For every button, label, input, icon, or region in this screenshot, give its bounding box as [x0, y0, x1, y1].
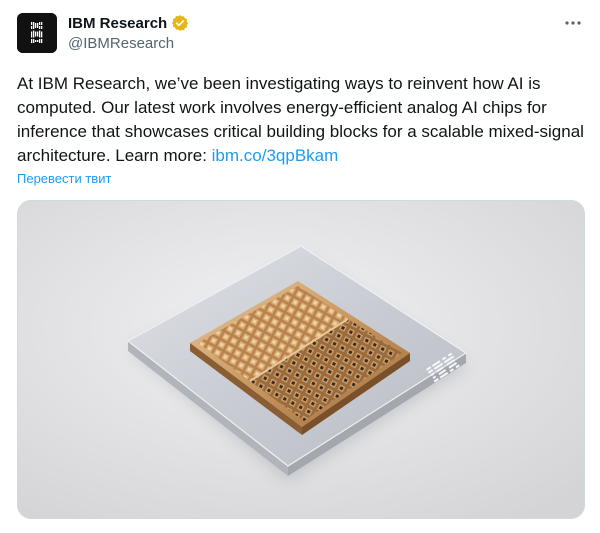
author-display-name[interactable]: IBM Research [68, 15, 167, 32]
author-name-row: IBM Research [68, 13, 189, 33]
analog-ai-chip-photo [18, 201, 584, 518]
verified-badge-icon[interactable] [171, 14, 189, 32]
author-handle[interactable]: @IBMResearch [68, 35, 174, 52]
ibm-logo-icon [17, 13, 57, 53]
tweet-text: At IBM Research, we’ve been investigatin… [17, 72, 587, 168]
avatar[interactable] [17, 13, 57, 53]
more-horizontal-icon [565, 21, 581, 25]
tweet-link[interactable]: ibm.co/3qpBkam [212, 146, 339, 165]
translate-tweet-link[interactable]: Перевести твит [17, 171, 111, 186]
tweet-media-image[interactable] [17, 200, 585, 519]
more-options-button[interactable] [560, 12, 586, 34]
tweet-card: IBM Research @IBMResearch At IBM Researc… [0, 0, 600, 533]
